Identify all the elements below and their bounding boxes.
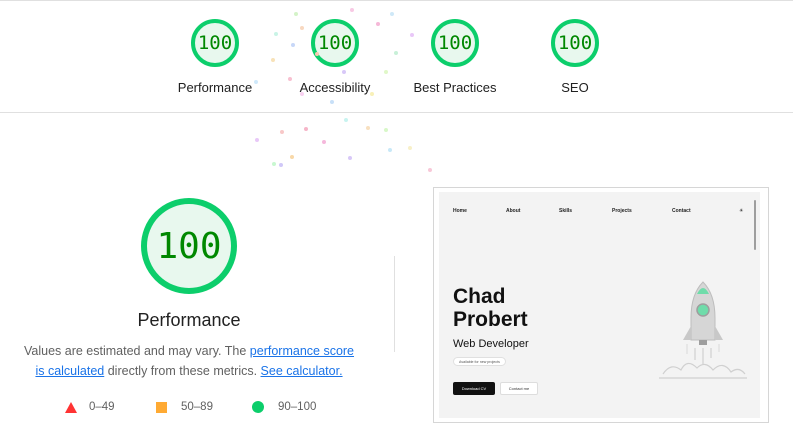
- gauge-best-practices[interactable]: 100 Best Practices: [395, 19, 515, 95]
- legend-pass: 90–100: [252, 401, 316, 413]
- desc-text: directly from these metrics.: [104, 364, 261, 378]
- gauge-label: SEO: [561, 80, 589, 95]
- legend-range: 0–49: [89, 401, 115, 413]
- vertical-divider: [394, 256, 395, 352]
- gauge-label: Accessibility: [299, 80, 371, 95]
- legend-range: 90–100: [278, 401, 317, 413]
- final-screenshot[interactable]: Home About Skills Projects Contact ☀ Cha…: [433, 187, 769, 423]
- pass-circle-icon: [252, 401, 264, 413]
- gauge-seo[interactable]: 100 SEO: [515, 19, 635, 95]
- average-square-icon: [156, 401, 167, 413]
- main-score-value: 100: [156, 225, 222, 267]
- main-gauge-title: Performance: [137, 310, 241, 330]
- thumb-nav-skills: Skills: [559, 208, 573, 214]
- thumb-download-cv-button: Download CV: [453, 382, 495, 395]
- metrics-description: Values are estimated and may vary. The p…: [18, 341, 360, 381]
- score-value: 100: [197, 32, 233, 54]
- thumb-hero-role: Web Developer: [453, 338, 529, 350]
- thumb-nav-about: About: [506, 208, 521, 214]
- score-value: 100: [557, 32, 593, 54]
- thumb-contact-button: Contact me: [500, 382, 538, 395]
- category-summary-bar: 100 Performance 100 Accessibility 100 Be…: [0, 0, 793, 113]
- thumb-theme-icon: ☀: [739, 208, 744, 214]
- calculator-link[interactable]: See calculator.: [261, 364, 343, 378]
- gauge-label: Best Practices: [413, 80, 497, 95]
- score-ring: 100: [311, 19, 359, 67]
- score-value: 100: [437, 32, 473, 54]
- thumb-hero-name: Chad Probert: [453, 285, 528, 331]
- legend-fail: 0–49: [65, 401, 115, 413]
- thumb-availability-badge: Available for new projects: [453, 357, 506, 366]
- legend-range: 50–89: [181, 401, 213, 413]
- thumb-nav-home: Home: [453, 208, 467, 214]
- score-ring: 100: [431, 19, 479, 67]
- gauge-accessibility[interactable]: 100 Accessibility: [275, 19, 395, 95]
- screenshot-page: Home About Skills Projects Contact ☀ Cha…: [439, 192, 760, 418]
- legend-average: 50–89: [156, 401, 213, 413]
- thumb-scrollbar: [754, 200, 756, 250]
- score-ring: 100: [191, 19, 239, 67]
- thumb-nav-projects: Projects: [612, 208, 632, 214]
- fail-triangle-icon: [65, 401, 77, 413]
- rocket-icon: [659, 281, 747, 379]
- main-performance-gauge: 100: [141, 198, 237, 294]
- thumb-nav-contact: Contact: [672, 208, 691, 214]
- score-ring: 100: [551, 19, 599, 67]
- desc-text: Values are estimated and may vary. The: [23, 344, 250, 358]
- score-value: 100: [317, 32, 353, 54]
